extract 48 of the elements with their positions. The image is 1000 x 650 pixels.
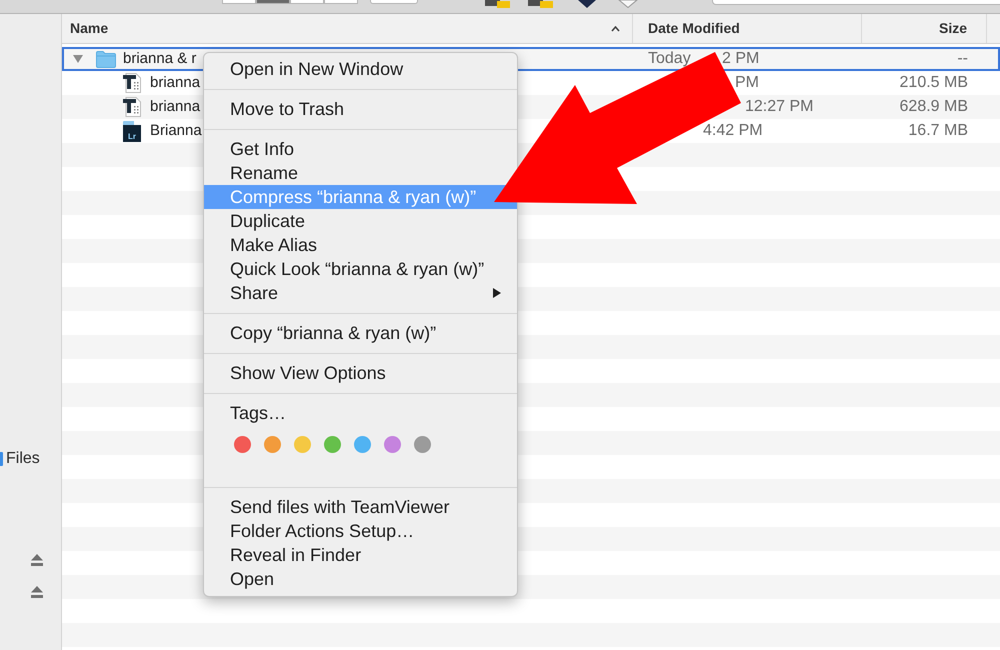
menu-item[interactable]: Make Alias (204, 233, 517, 257)
column-header[interactable]: Name (62, 14, 633, 43)
document-icon (123, 97, 141, 117)
search-field[interactable] (712, 0, 1000, 5)
file-size: 628.9 MB (900, 97, 968, 117)
column-header[interactable]: Date Modified (633, 14, 862, 43)
file-name: brianna (150, 96, 200, 117)
menu-item[interactable]: Share (204, 281, 517, 305)
view-mode-button[interactable] (222, 0, 256, 4)
file-name: brianna (150, 72, 200, 93)
diamond-icon[interactable] (576, 0, 598, 8)
tray-icon[interactable] (528, 0, 553, 8)
file-size: -- (957, 49, 968, 69)
folder-icon (96, 50, 116, 68)
date-modified: 2 PM (722, 49, 760, 69)
disclosure-triangle-icon[interactable] (73, 54, 83, 64)
menu-item[interactable]: Reveal in Finder (204, 543, 517, 567)
menu-item[interactable]: Show View Options (204, 361, 517, 385)
date-modified: 12:27 PM (745, 97, 814, 117)
menu-item[interactable]: Move to Trash (204, 97, 517, 121)
eject-icon[interactable] (31, 554, 43, 566)
menu-item[interactable]: Send files with TeamViewer (204, 495, 517, 519)
view-mode-button[interactable] (256, 0, 290, 4)
file-type-label: Lr (128, 132, 136, 140)
tray-icon[interactable] (485, 0, 510, 8)
menu-item[interactable]: Duplicate (204, 209, 517, 233)
view-mode-button[interactable] (290, 0, 324, 4)
eject-icon[interactable] (31, 586, 43, 598)
view-mode-button[interactable] (324, 0, 358, 4)
menu-item[interactable]: Open (204, 567, 517, 591)
menu-item[interactable]: Copy “brianna & ryan (w)” (204, 321, 517, 345)
diamond-outline-icon[interactable] (618, 0, 638, 8)
sidebar-icon (0, 452, 3, 466)
menu-item[interactable]: Folder Actions Setup… (204, 519, 517, 543)
file-size: 210.5 MB (900, 73, 968, 93)
column-header[interactable]: Size (862, 14, 987, 43)
file-size: 16.7 MB (908, 121, 968, 141)
sidebar-item[interactable]: Files (0, 447, 61, 471)
date-modified: 4:42 PM (703, 121, 763, 141)
menu-item[interactable]: Rename (204, 161, 517, 185)
menu-item[interactable]: Quick Look “brianna & ryan (w)” (204, 257, 517, 281)
document-icon (123, 73, 141, 93)
file-name: Brianna (150, 120, 202, 141)
menu-item[interactable]: Tags… (204, 401, 517, 425)
toolbar-button[interactable] (370, 0, 418, 4)
date-modified: Today (648, 49, 691, 69)
date-modified: PM (735, 73, 759, 93)
file-name: brianna & r (123, 48, 196, 69)
